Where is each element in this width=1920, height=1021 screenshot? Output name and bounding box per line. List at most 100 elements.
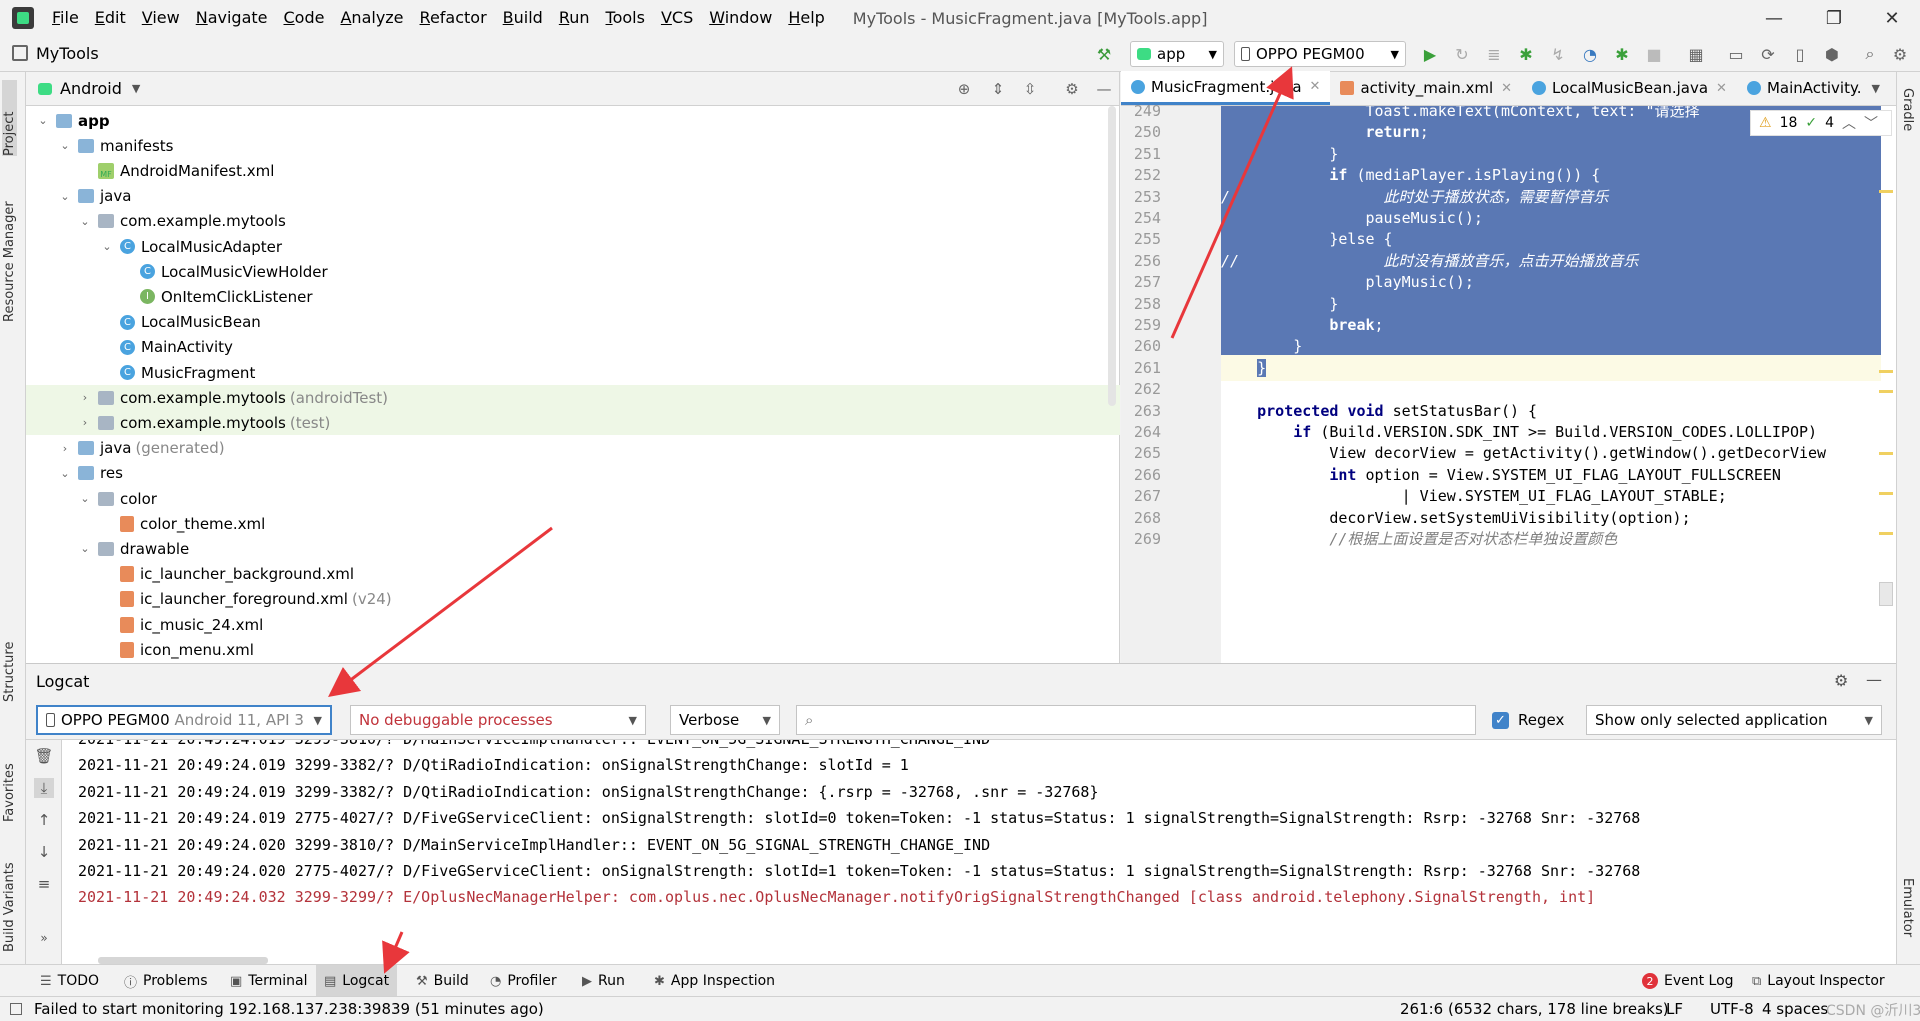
editor-error-stripe[interactable]: [1876, 106, 1896, 662]
hammer-icon[interactable]: ⚒: [1094, 44, 1114, 64]
warning-mark[interactable]: [1879, 492, 1893, 495]
close-icon[interactable]: ✕: [1310, 79, 1321, 94]
run-button[interactable]: ▶ Run: [574, 965, 633, 997]
stop-icon[interactable]: ■: [1644, 44, 1664, 64]
tree-item[interactable]: › com.example.mytools (test): [26, 410, 1120, 436]
tree-item[interactable]: C MusicFragment: [26, 360, 1120, 385]
chevron-up-icon[interactable]: ︿: [1842, 113, 1856, 133]
tree-item[interactable]: ic_launcher_foreground.xml (v24): [26, 587, 1120, 612]
attach-icon[interactable]: ✱: [1612, 44, 1632, 64]
todo-button[interactable]: ☰ TODO: [32, 965, 107, 997]
restore-button[interactable]: ❐: [1806, 0, 1862, 36]
chevron-down-icon[interactable]: ⌄: [78, 215, 92, 228]
tree-item[interactable]: › com.example.mytools (androidTest): [26, 385, 1120, 411]
tree-scrollbar[interactable]: [1108, 106, 1116, 406]
project-name[interactable]: MyTools: [36, 44, 99, 63]
menu-code[interactable]: Code: [276, 0, 333, 36]
caret-position[interactable]: 261:6 (6532 chars, 178 line breaks): [1400, 1000, 1669, 1018]
chevron-down-icon[interactable]: ⌄: [58, 467, 72, 480]
close-window-button[interactable]: ✕: [1864, 0, 1920, 36]
event-log-button[interactable]: 2 Event Log: [1634, 965, 1742, 997]
chevron-down-icon[interactable]: ⌄: [78, 542, 92, 555]
search-icon[interactable]: ⌕: [1860, 44, 1880, 64]
chevron-down-icon[interactable]: ⌄: [36, 114, 50, 127]
log-line[interactable]: 2021-11-21 20:49:24.019 3299-3382/? D/Qt…: [78, 752, 909, 778]
tab-emulator[interactable]: Emulator: [1900, 878, 1915, 958]
log-line[interactable]: 2021-11-21 20:49:24.032 3299-3299/? E/Op…: [78, 884, 1595, 910]
tree-item[interactable]: MF AndroidManifest.xml: [26, 158, 1120, 183]
expand-all-icon[interactable]: ⇕: [988, 79, 1008, 99]
chevron-down-icon[interactable]: ⌄: [78, 492, 92, 505]
hide-icon[interactable]: —: [1094, 79, 1114, 99]
trash-icon[interactable]: 🗑: [34, 746, 54, 766]
chevron-down-icon[interactable]: ⌄: [58, 190, 72, 203]
status-message[interactable]: Failed to start monitoring 192.168.137.2…: [34, 1000, 544, 1018]
project-view-select[interactable]: Android: [60, 79, 122, 98]
inspection-widget[interactable]: ⚠ 18 ✓ 4 ︿ ﹀: [1750, 110, 1892, 136]
tab-localmusicbean[interactable]: LocalMusicBean.java ✕: [1522, 71, 1737, 105]
logcat-device-select[interactable]: OPPO PEGM00 Android 11, API 3 ▼: [36, 705, 332, 735]
chevron-right-icon[interactable]: ›: [78, 416, 92, 429]
menu-run[interactable]: Run: [551, 0, 598, 36]
project-structure-icon[interactable]: ▦: [1686, 44, 1706, 64]
menu-navigate[interactable]: Navigate: [188, 0, 276, 36]
menu-tools[interactable]: Tools: [598, 0, 653, 36]
tab-mainactivity[interactable]: MainActivity. ▼: [1737, 71, 1890, 105]
tree-item[interactable]: ⌄ color: [26, 486, 1120, 511]
menu-file[interactable]: File: [44, 0, 87, 36]
sdk-manager-icon[interactable]: ⬢: [1822, 44, 1842, 64]
chevron-down-icon[interactable]: ▼: [132, 82, 140, 95]
close-icon[interactable]: ✕: [1501, 81, 1512, 96]
log-line[interactable]: 2021-11-21 20:49:24.019 3299-3382/? D/Qt…: [78, 779, 1098, 805]
tree-item[interactable]: color_theme.xml: [26, 511, 1120, 536]
locate-icon[interactable]: ⊕: [954, 79, 974, 99]
code-line[interactable]: //根据上面设置是否对状态栏单独设置颜色: [1221, 526, 1881, 552]
app-inspection-button[interactable]: ✱ App Inspection: [646, 965, 783, 997]
warning-mark[interactable]: [1879, 452, 1893, 455]
apply-code-changes-icon[interactable]: ≣: [1484, 44, 1504, 64]
scroll-thumb[interactable]: [1879, 582, 1893, 606]
warning-mark[interactable]: [1879, 390, 1893, 393]
run-config-select[interactable]: app ▼: [1130, 41, 1224, 67]
tab-project[interactable]: Project: [2, 80, 17, 156]
tab-structure[interactable]: Structure: [2, 632, 17, 702]
collapse-all-icon[interactable]: ⇳: [1020, 79, 1040, 99]
chevron-right-icon[interactable]: ›: [58, 442, 72, 455]
arrow-down-icon[interactable]: ↓: [34, 842, 54, 862]
regex-checkbox[interactable]: ✓: [1492, 712, 1509, 729]
device-manager-icon[interactable]: ▯: [1790, 44, 1810, 64]
tree-item[interactable]: ⌄ java: [26, 184, 1120, 209]
hide-icon[interactable]: —: [1866, 670, 1882, 689]
tree-item[interactable]: › java (generated): [26, 436, 1120, 461]
device-select[interactable]: OPPO PEGM00 ▼: [1234, 41, 1406, 67]
log-line[interactable]: 2021-11-21 20:49:24.020 2775-4027/? D/Fi…: [78, 858, 1640, 884]
tree-item[interactable]: icon_menu.xml: [26, 637, 1120, 662]
tree-item[interactable]: ⌄ app: [26, 108, 1120, 133]
tree-item[interactable]: C LocalMusicViewHolder: [26, 259, 1120, 284]
menu-build[interactable]: Build: [495, 0, 551, 36]
chevron-down-icon[interactable]: ▼: [1871, 82, 1879, 95]
layout-inspector-button[interactable]: ⧉ Layout Inspector: [1744, 965, 1893, 997]
tree-item[interactable]: ⌄ drawable: [26, 536, 1120, 561]
indent-setting[interactable]: 4 spaces: [1762, 1000, 1828, 1018]
log-hscrollbar[interactable]: [98, 957, 268, 964]
debug-icon[interactable]: ✱: [1516, 44, 1536, 64]
tab-favorites[interactable]: Favorites: [2, 742, 17, 822]
tab-activity-main[interactable]: activity_main.xml ✕: [1330, 71, 1522, 105]
profiler-button[interactable]: ◔ Profiler: [482, 965, 565, 997]
tree-item[interactable]: C MainActivity: [26, 335, 1120, 360]
warning-mark[interactable]: [1879, 370, 1893, 373]
tree-item[interactable]: C LocalMusicBean: [26, 310, 1120, 335]
logcat-button[interactable]: ▤ Logcat: [316, 965, 398, 997]
tree-item[interactable]: ⌄ com.example.mytools: [26, 209, 1120, 234]
scroll-to-end-icon[interactable]: ⤓: [34, 778, 54, 798]
tree-item[interactable]: ic_music_24.xml: [26, 612, 1120, 637]
menu-edit[interactable]: Edit: [87, 0, 134, 36]
tree-item[interactable]: ⌄ res: [26, 461, 1120, 486]
apply-changes-icon[interactable]: ↻: [1452, 44, 1472, 64]
menu-vcs[interactable]: VCS: [653, 0, 701, 36]
attach-debugger-icon[interactable]: ↯: [1548, 44, 1568, 64]
chevron-down-icon[interactable]: ⌄: [58, 139, 72, 152]
warning-mark[interactable]: [1879, 532, 1893, 535]
soft-wrap-icon[interactable]: ≡: [34, 874, 54, 894]
